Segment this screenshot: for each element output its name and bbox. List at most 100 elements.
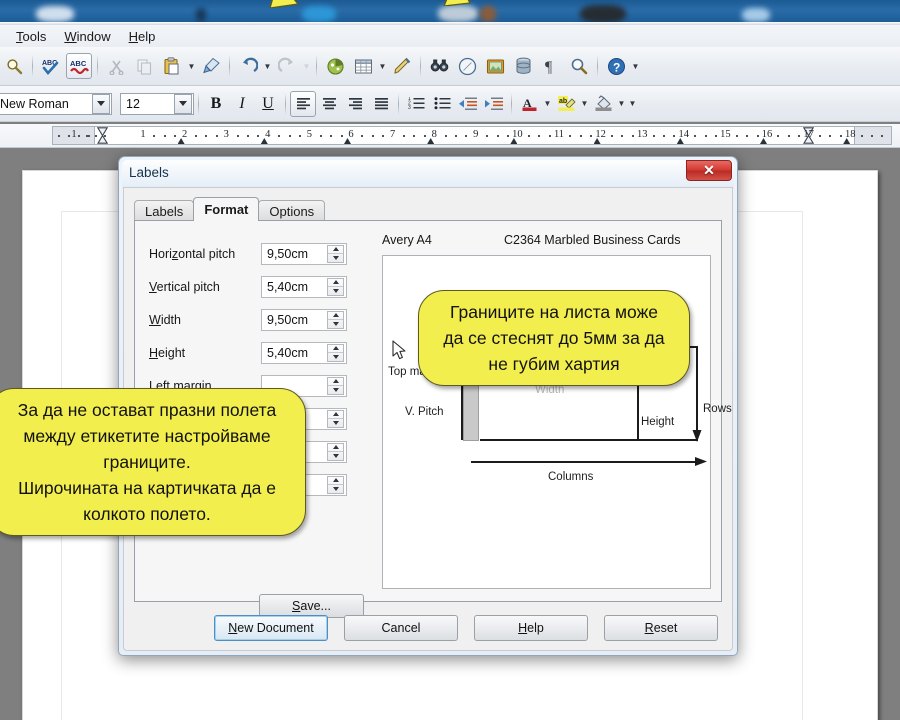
spinner-horizontal-pitch[interactable]: 9,50cm bbox=[261, 242, 347, 265]
table-dropdown-caret-icon[interactable]: ▼ bbox=[377, 53, 388, 79]
spin-up-icon[interactable] bbox=[328, 279, 343, 287]
spin-buttons[interactable] bbox=[327, 277, 344, 296]
undo-icon[interactable] bbox=[235, 53, 261, 79]
help-button[interactable]: Help bbox=[474, 615, 588, 641]
formatting-overflow-caret-icon[interactable]: ▼ bbox=[627, 91, 638, 117]
cancel-button[interactable]: Cancel bbox=[344, 615, 458, 641]
horizontal-ruler[interactable]: 1 1 2 3 4 5 6 7 8 9 10 11 12 13 14 15 16 17 18 bbox=[0, 124, 900, 148]
spin-buttons[interactable] bbox=[327, 343, 344, 362]
ordered-list-icon[interactable]: 123 bbox=[403, 91, 429, 117]
navigator-icon[interactable] bbox=[454, 53, 480, 79]
spin-buttons[interactable] bbox=[327, 376, 344, 395]
svg-text:?: ? bbox=[613, 60, 620, 74]
spin-down-icon[interactable] bbox=[328, 451, 343, 460]
font-name-dropdown-icon[interactable] bbox=[92, 93, 110, 114]
spin-buttons[interactable] bbox=[327, 442, 344, 461]
align-justify-icon[interactable] bbox=[368, 91, 394, 117]
undo-dropdown-caret-icon[interactable]: ▼ bbox=[262, 53, 273, 79]
font-color-icon[interactable]: A bbox=[516, 91, 542, 117]
unordered-list-icon[interactable] bbox=[429, 91, 455, 117]
ruler-tick-7: 7 bbox=[389, 129, 396, 140]
insert-chart-icon[interactable] bbox=[322, 53, 348, 79]
label-height: Height bbox=[149, 345, 186, 360]
spin-up-icon[interactable] bbox=[328, 411, 343, 419]
new-document-button[interactable]: New Document bbox=[214, 615, 328, 641]
dialog-title-bar[interactable]: Labels ✕ bbox=[122, 160, 734, 188]
indent-marker-top-icon[interactable] bbox=[97, 127, 108, 144]
ruler-dot bbox=[777, 135, 780, 137]
ruler-dot bbox=[839, 135, 842, 137]
clone-formatting-icon[interactable] bbox=[198, 53, 224, 79]
reset-button[interactable]: Reset bbox=[604, 615, 718, 641]
spellcheck-icon[interactable]: ABC bbox=[38, 53, 64, 79]
spin-down-icon[interactable] bbox=[328, 286, 343, 295]
background-color-icon[interactable] bbox=[590, 91, 616, 117]
bold-button[interactable]: B bbox=[203, 91, 229, 117]
menu-item-window[interactable]: Window bbox=[56, 27, 118, 46]
decrease-indent-icon[interactable] bbox=[455, 91, 481, 117]
ruler-dot bbox=[88, 135, 90, 137]
spin-buttons[interactable] bbox=[327, 244, 344, 263]
spin-up-icon[interactable] bbox=[328, 345, 343, 353]
tab-format[interactable]: Format bbox=[193, 197, 260, 221]
spinner-height[interactable]: 5,40cm bbox=[261, 341, 347, 364]
ruler-dot bbox=[257, 135, 260, 137]
spin-buttons[interactable] bbox=[327, 409, 344, 428]
zoom-icon[interactable] bbox=[1, 53, 27, 79]
spin-up-icon[interactable] bbox=[328, 378, 343, 386]
align-left-icon[interactable] bbox=[290, 90, 316, 117]
ruler-dot bbox=[704, 135, 707, 137]
italic-button[interactable]: I bbox=[229, 91, 255, 117]
paste-icon[interactable] bbox=[159, 53, 185, 79]
spinner-width[interactable]: 9,50cm bbox=[261, 308, 347, 331]
tab-labels[interactable]: Labels bbox=[134, 200, 195, 221]
data-sources-icon[interactable] bbox=[510, 53, 536, 79]
spin-down-icon[interactable] bbox=[328, 352, 343, 361]
spin-up-icon[interactable] bbox=[328, 312, 343, 320]
help-icon[interactable]: ? bbox=[603, 53, 629, 79]
spin-up-icon[interactable] bbox=[328, 477, 343, 485]
draw-functions-icon[interactable] bbox=[389, 53, 415, 79]
close-icon[interactable]: ✕ bbox=[686, 160, 732, 181]
font-color-dropdown-caret-icon[interactable]: ▼ bbox=[542, 91, 553, 117]
underline-button[interactable]: U bbox=[255, 91, 281, 117]
spin-down-icon[interactable] bbox=[328, 418, 343, 427]
highlight-color-icon[interactable]: ab bbox=[553, 91, 579, 117]
spin-up-icon[interactable] bbox=[328, 444, 343, 452]
menu-item-tools[interactable]: Tools bbox=[8, 27, 54, 46]
ruler-dot bbox=[403, 135, 405, 137]
font-size-combo[interactable]: 12 bbox=[120, 92, 194, 115]
spin-down-icon[interactable] bbox=[328, 319, 343, 328]
formatting-marks-icon[interactable]: ¶ bbox=[538, 53, 564, 79]
ruler-tick-1: 1 bbox=[140, 129, 146, 140]
paste-dropdown-caret-icon[interactable]: ▼ bbox=[186, 53, 197, 79]
align-right-icon[interactable] bbox=[342, 91, 368, 117]
spin-down-icon[interactable] bbox=[328, 385, 343, 394]
font-size-value: 12 bbox=[126, 96, 140, 111]
align-center-icon[interactable] bbox=[316, 91, 342, 117]
spin-up-icon[interactable] bbox=[328, 246, 343, 254]
font-size-dropdown-icon[interactable] bbox=[174, 93, 192, 114]
spin-buttons[interactable] bbox=[327, 475, 344, 494]
tab-options[interactable]: Options bbox=[258, 200, 326, 221]
gallery-icon[interactable] bbox=[482, 53, 508, 79]
increase-indent-icon[interactable] bbox=[481, 91, 507, 117]
spin-down-icon[interactable] bbox=[328, 253, 343, 262]
zoom-glass-icon[interactable] bbox=[566, 53, 592, 79]
spin-down-icon[interactable] bbox=[328, 484, 343, 493]
ruler-tick-9: 9 bbox=[473, 129, 479, 140]
ruler-dot bbox=[413, 135, 416, 137]
find-replace-icon[interactable] bbox=[426, 53, 452, 79]
spinner-vertical-pitch[interactable]: 5,40cm bbox=[261, 275, 347, 298]
font-name-combo[interactable]: New Roman bbox=[0, 92, 112, 115]
ruler-dot bbox=[798, 135, 801, 137]
background-color-dropdown-caret-icon[interactable]: ▼ bbox=[616, 91, 627, 117]
insert-table-icon[interactable] bbox=[350, 53, 376, 79]
highlight-color-dropdown-caret-icon[interactable]: ▼ bbox=[579, 91, 590, 117]
menu-item-help[interactable]: Help bbox=[121, 27, 164, 46]
autospellcheck-icon[interactable]: ABC bbox=[66, 53, 92, 79]
toolbar-overflow-caret-icon[interactable]: ▼ bbox=[630, 53, 641, 79]
spin-buttons[interactable] bbox=[327, 310, 344, 329]
ruler-dot bbox=[247, 135, 249, 137]
dialog-title: Labels bbox=[129, 165, 169, 180]
